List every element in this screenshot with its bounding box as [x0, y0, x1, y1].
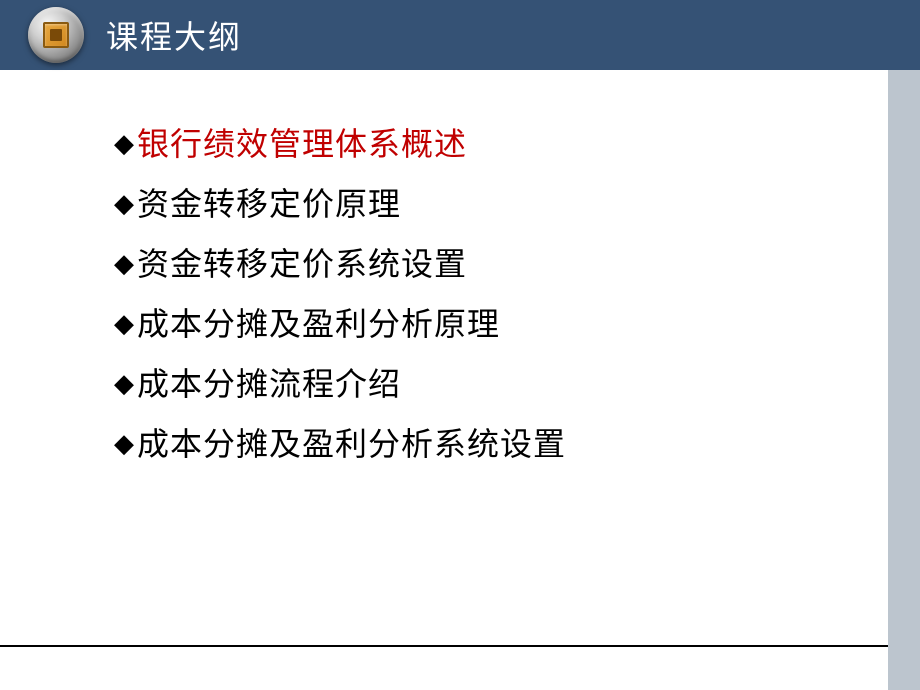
bullet-icon: ◆: [114, 431, 135, 457]
header-badge-icon: [28, 7, 84, 63]
right-side-bar: [888, 70, 920, 690]
outline-item-text: 资金转移定价系统设置: [137, 248, 467, 280]
bullet-icon: ◆: [114, 131, 135, 157]
outline-item: ◆ 成本分摊流程介绍: [114, 368, 920, 400]
bullet-icon: ◆: [114, 311, 135, 337]
outline-item-text: 成本分摊流程介绍: [137, 368, 401, 400]
outline-item-text: 资金转移定价原理: [137, 188, 401, 220]
slide-title: 课程大纲: [106, 12, 242, 58]
outline-item: ◆ 资金转移定价系统设置: [114, 248, 920, 280]
outline-content: ◆ 银行绩效管理体系概述 ◆ 资金转移定价原理 ◆ 资金转移定价系统设置 ◆ 成…: [0, 70, 920, 460]
outline-item: ◆ 资金转移定价原理: [114, 188, 920, 220]
outline-item-text: 银行绩效管理体系概述: [137, 128, 467, 160]
bullet-icon: ◆: [114, 371, 135, 397]
header-badge-inner-icon: [43, 22, 69, 48]
bullet-icon: ◆: [114, 251, 135, 277]
outline-item: ◆ 成本分摊及盈利分析系统设置: [114, 428, 920, 460]
outline-item-text: 成本分摊及盈利分析系统设置: [137, 428, 566, 460]
outline-item-text: 成本分摊及盈利分析原理: [137, 308, 500, 340]
outline-item: ◆ 成本分摊及盈利分析原理: [114, 308, 920, 340]
bullet-icon: ◆: [114, 191, 135, 217]
footer-divider: [0, 645, 888, 647]
outline-item: ◆ 银行绩效管理体系概述: [114, 128, 920, 160]
slide-header: 课程大纲: [0, 0, 920, 70]
